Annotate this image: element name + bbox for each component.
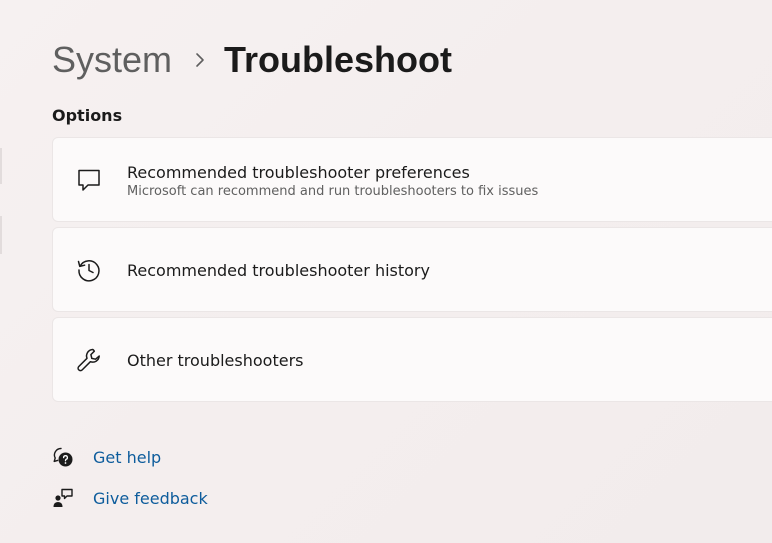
option-card-other-troubleshooters[interactable]: Other troubleshooters — [52, 317, 772, 402]
option-description: Microsoft can recommend and run troubles… — [127, 184, 539, 199]
page-title: Troubleshoot — [224, 39, 453, 80]
feedback-icon — [52, 487, 74, 509]
get-help-link[interactable]: Get help — [93, 448, 161, 467]
window-edge-mark-bottom — [0, 216, 2, 254]
wrench-icon — [75, 346, 103, 374]
breadcrumb-system-link[interactable]: System — [52, 39, 172, 81]
help-chat-icon — [52, 446, 74, 468]
give-feedback-row: Give feedback — [52, 485, 208, 511]
chevron-right-icon — [182, 52, 218, 68]
give-feedback-link[interactable]: Give feedback — [93, 489, 208, 508]
breadcrumb: System Troubleshoot — [52, 38, 452, 82]
option-title: Recommended troubleshooter preferences — [127, 163, 470, 182]
get-help-row: Get help — [52, 444, 161, 470]
section-title-options: Options — [52, 106, 123, 125]
option-title: Recommended troubleshooter history — [127, 261, 430, 280]
option-card-troubleshooter-history[interactable]: Recommended troubleshooter history — [52, 227, 772, 312]
window-edge-mark-top — [0, 148, 2, 184]
option-title: Other troubleshooters — [127, 351, 304, 370]
message-bubble-icon — [75, 166, 103, 194]
option-card-troubleshooter-preferences[interactable]: Recommended troubleshooter preferences M… — [52, 137, 772, 222]
history-icon — [75, 256, 103, 284]
